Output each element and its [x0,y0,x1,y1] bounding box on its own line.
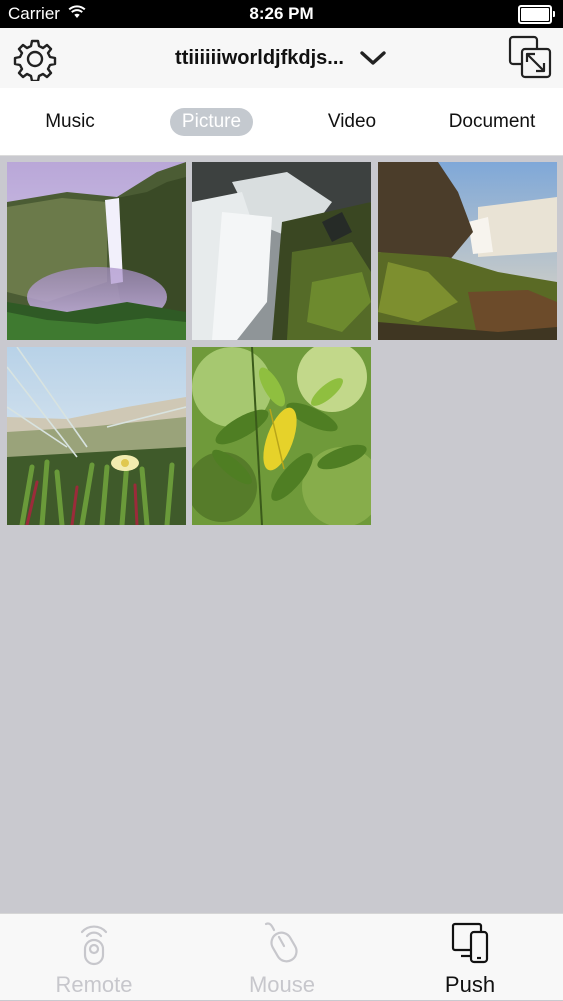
tab-mouse[interactable]: Mouse [188,914,376,1001]
picture-grid [0,156,563,913]
tab-remote-label: Remote [55,972,133,997]
device-name: ttiiiiiiworldjfkdjs... [175,46,344,69]
status-bar: Carrier 8:26 PM [0,0,563,28]
picture-thumbnail-green-leaves[interactable] [192,347,371,525]
media-type-tabs: Music Picture Video Document [0,88,563,156]
tab-remote[interactable]: Remote [0,914,188,1001]
picture-thumbnail-waterfall-mossy[interactable] [378,162,557,340]
tab-picture[interactable]: Picture [170,108,253,136]
tab-document[interactable]: Document [442,108,542,136]
picture-thumbnail-waterfall-cliff[interactable] [7,162,186,340]
tab-video[interactable]: Video [316,108,388,136]
bottom-tab-bar: Remote Mouse Push [0,913,563,1000]
chevron-down-icon [358,43,388,73]
device-selector[interactable]: ttiiiiiiworldjfkdjs... [0,28,563,88]
wifi-icon [68,4,86,24]
nav-bar: ttiiiiiiworldjfkdjs... [0,28,563,88]
picture-thumbnail-beach-grass-flower[interactable] [7,347,186,525]
tab-push-label: Push [444,972,496,997]
status-left: Carrier [8,4,86,24]
battery-icon [518,4,555,24]
remote-icon [71,920,117,966]
picture-thumbnail-waterfall-rocks[interactable] [192,162,371,340]
carrier-label: Carrier [8,4,60,23]
tab-music[interactable]: Music [28,108,112,136]
mouse-icon [259,920,305,966]
tab-push[interactable]: Push [376,914,563,1001]
screen-mirror-icon[interactable] [507,34,553,80]
tab-mouse-label: Mouse [248,972,316,997]
push-devices-icon [447,920,493,966]
